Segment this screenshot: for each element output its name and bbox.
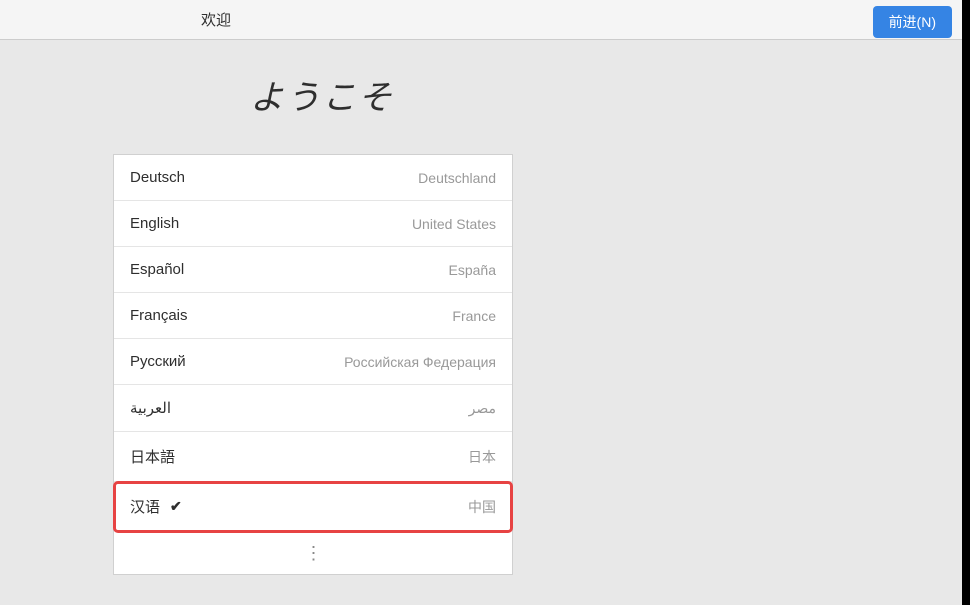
check-icon: ✔ xyxy=(170,498,182,515)
language-name-label: Deutsch xyxy=(130,169,185,186)
language-item[interactable]: العربية مصر xyxy=(114,385,512,432)
language-country: United States xyxy=(412,216,496,232)
language-country: France xyxy=(452,308,496,324)
language-name: 汉语 ✔ xyxy=(130,496,182,517)
language-name-label: العربية xyxy=(130,399,171,417)
language-item[interactable]: English United States xyxy=(114,201,512,247)
language-list: Deutsch Deutschland English United States Es… xyxy=(113,154,513,575)
language-name: Español xyxy=(130,261,184,278)
content-area: ようこそ Deutsch Deutschland English United Sta… xyxy=(0,40,962,575)
language-country: Deutschland xyxy=(418,170,496,186)
language-name-label: 汉语 xyxy=(130,496,160,517)
window-border xyxy=(962,0,970,605)
language-item[interactable]: 汉语 ✔ 中国 xyxy=(114,482,512,532)
language-name: العربية xyxy=(130,399,171,417)
language-country: 日本 xyxy=(468,447,496,467)
language-name: Русский xyxy=(130,353,186,370)
language-name: English xyxy=(130,215,179,232)
welcome-heading: ようこそ xyxy=(250,70,962,119)
language-country: Российская Федерация xyxy=(344,354,496,370)
language-name-label: Español xyxy=(130,261,184,278)
language-name: 日本語 xyxy=(130,446,175,467)
language-country: España xyxy=(449,262,496,278)
more-languages-button[interactable]: ⋮ xyxy=(114,532,512,574)
language-item[interactable]: Español España xyxy=(114,247,512,293)
language-country: مصر xyxy=(469,400,496,417)
language-name: Deutsch xyxy=(130,169,185,186)
language-item[interactable]: Deutsch Deutschland xyxy=(114,155,512,201)
language-name-label: English xyxy=(130,215,179,232)
language-item[interactable]: Français France xyxy=(114,293,512,339)
language-country: 中国 xyxy=(468,497,496,517)
language-name-label: Русский xyxy=(130,353,186,370)
language-item[interactable]: Русский Российская Федерация xyxy=(114,339,512,385)
language-name-label: 日本語 xyxy=(130,446,175,467)
language-name: Français xyxy=(130,307,188,324)
more-icon: ⋮ xyxy=(305,544,322,562)
page-title: 欢迎 xyxy=(201,9,231,30)
language-item[interactable]: 日本語 日本 xyxy=(114,432,512,482)
language-name-label: Français xyxy=(130,307,188,324)
header-bar: 欢迎 前进(N) xyxy=(0,0,962,40)
next-button[interactable]: 前进(N) xyxy=(873,6,952,38)
